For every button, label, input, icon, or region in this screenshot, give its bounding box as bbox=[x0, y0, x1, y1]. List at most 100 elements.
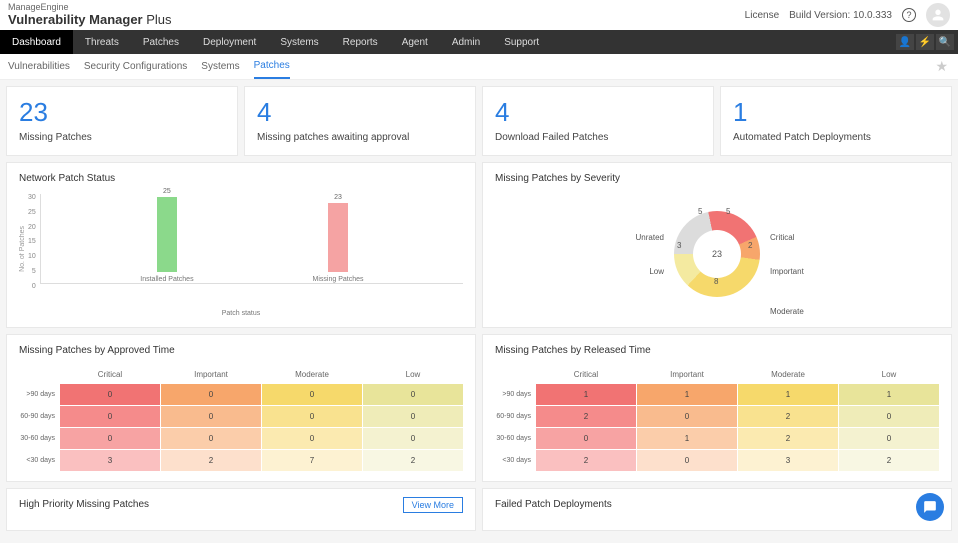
favorite-icon[interactable]: ★ bbox=[935, 58, 948, 75]
bar-wrap: 23Missing Patches bbox=[313, 194, 364, 283]
nav-agent[interactable]: Agent bbox=[390, 30, 440, 54]
grid-col-header: Critical bbox=[536, 366, 636, 383]
stat-card[interactable]: 23Missing Patches bbox=[6, 86, 238, 156]
heatmap-cell[interactable]: 0 bbox=[363, 384, 463, 405]
card-title: High Priority Missing Patches bbox=[19, 499, 463, 510]
brand-superscript: ManageEngine bbox=[8, 3, 172, 12]
bar[interactable] bbox=[157, 197, 177, 272]
nav-admin[interactable]: Admin bbox=[440, 30, 492, 54]
brand: ManageEngine Vulnerability Manager Plus bbox=[8, 3, 172, 27]
heatmap-cell[interactable]: 7 bbox=[262, 450, 362, 471]
heatmap-cell[interactable]: 0 bbox=[363, 406, 463, 427]
nav-deployment[interactable]: Deployment bbox=[191, 30, 268, 54]
subnav-security-configurations[interactable]: Security Configurations bbox=[84, 55, 187, 78]
heatmap-cell[interactable]: 3 bbox=[738, 450, 838, 471]
heatmap-cell[interactable]: 0 bbox=[60, 406, 160, 427]
stat-label: Missing patches awaiting approval bbox=[257, 132, 463, 143]
heatmap-cell[interactable]: 0 bbox=[262, 384, 362, 405]
heatmap-cell[interactable]: 2 bbox=[839, 450, 939, 471]
bar-chart: No. of Patches30252015105025Installed Pa… bbox=[19, 194, 463, 304]
heatmap-cell[interactable]: 1 bbox=[536, 384, 636, 405]
heatmap-cell[interactable]: 0 bbox=[637, 450, 737, 471]
chat-bubble[interactable] bbox=[916, 493, 944, 521]
grid-row-label: <30 days bbox=[495, 450, 535, 471]
donut[interactable]: 2355283UnratedCriticalImportantModerateL… bbox=[674, 211, 760, 297]
card-title: Network Patch Status bbox=[19, 173, 463, 184]
stat-card[interactable]: 4Missing patches awaiting approval bbox=[244, 86, 476, 156]
action-icon[interactable]: ⚡ bbox=[916, 34, 934, 50]
heatmap-cell[interactable]: 2 bbox=[161, 450, 261, 471]
main-nav: DashboardThreatsPatchesDeploymentSystems… bbox=[0, 30, 958, 54]
card-title: Missing Patches by Approved Time bbox=[19, 345, 463, 356]
heatmap-cell[interactable]: 1 bbox=[839, 384, 939, 405]
subnav-systems[interactable]: Systems bbox=[201, 55, 239, 78]
donut-label: Low bbox=[614, 267, 664, 276]
search-icon[interactable]: 🔍 bbox=[936, 34, 954, 50]
heatmap-cell[interactable]: 2 bbox=[738, 428, 838, 449]
subnav-vulnerabilities[interactable]: Vulnerabilities bbox=[8, 55, 70, 78]
sub-nav: Vulnerabilities Security Configurations Sy… bbox=[0, 54, 958, 80]
top-right: License Build Version: 10.0.333 ? bbox=[745, 3, 950, 27]
heatmap-cell[interactable]: 0 bbox=[60, 428, 160, 449]
heatmap-cell[interactable]: 1 bbox=[738, 384, 838, 405]
view-more-button[interactable]: View More bbox=[403, 497, 463, 513]
bar[interactable] bbox=[328, 203, 348, 272]
donut-label: Unrated bbox=[594, 233, 664, 242]
heatmap-cell[interactable]: 0 bbox=[637, 406, 737, 427]
grid-col-header: Low bbox=[363, 366, 463, 383]
heatmap-cell[interactable]: 1 bbox=[637, 428, 737, 449]
grid-row-label: 60-90 days bbox=[495, 406, 535, 427]
heatmap-cell[interactable]: 1 bbox=[637, 384, 737, 405]
nav-dashboard[interactable]: Dashboard bbox=[0, 30, 73, 54]
brand-main: Vulnerability Manager Plus bbox=[8, 12, 172, 27]
heatmap-cell[interactable]: 0 bbox=[161, 428, 261, 449]
grid-row-label: >90 days bbox=[19, 384, 59, 405]
grid-row-label: 30-60 days bbox=[495, 428, 535, 449]
card-title: Missing Patches by Released Time bbox=[495, 345, 939, 356]
heatmap-cell[interactable]: 0 bbox=[839, 428, 939, 449]
heatmap-cell[interactable]: 0 bbox=[536, 428, 636, 449]
notification-icon[interactable]: 👤 bbox=[896, 34, 914, 50]
failed-deployments-card: Failed Patch Deployments bbox=[482, 488, 952, 531]
donut-label: Critical bbox=[770, 233, 830, 242]
stat-card[interactable]: 1Automated Patch Deployments bbox=[720, 86, 952, 156]
subnav-patches[interactable]: Patches bbox=[254, 54, 290, 79]
approved-time-card: Missing Patches by Approved Time Critica… bbox=[6, 334, 476, 482]
card-title: Missing Patches by Severity bbox=[495, 173, 939, 184]
nav-systems[interactable]: Systems bbox=[268, 30, 330, 54]
nav-threats[interactable]: Threats bbox=[73, 30, 131, 54]
heatmap-cell[interactable]: 0 bbox=[60, 384, 160, 405]
heatmap-cell[interactable]: 0 bbox=[262, 406, 362, 427]
avatar[interactable] bbox=[926, 3, 950, 27]
nav-support[interactable]: Support bbox=[492, 30, 551, 54]
heatmap-cell[interactable]: 2 bbox=[536, 450, 636, 471]
heatmap-cell[interactable]: 2 bbox=[536, 406, 636, 427]
grid-row-label: <30 days bbox=[19, 450, 59, 471]
heatmap-cell[interactable]: 2 bbox=[363, 450, 463, 471]
heatmap-cell[interactable]: 0 bbox=[161, 384, 261, 405]
donut-label: Moderate bbox=[770, 307, 830, 316]
build-version: Build Version: 10.0.333 bbox=[789, 10, 892, 21]
heatmap-cell[interactable]: 2 bbox=[738, 406, 838, 427]
donut-value: 8 bbox=[714, 277, 718, 286]
stat-card[interactable]: 4Download Failed Patches bbox=[482, 86, 714, 156]
released-time-card: Missing Patches by Released Time Critica… bbox=[482, 334, 952, 482]
grid-col-header: Critical bbox=[60, 366, 160, 383]
x-axis-label: Patch status bbox=[19, 310, 463, 317]
donut-total: 23 bbox=[693, 230, 741, 278]
grid-col-header: Important bbox=[637, 366, 737, 383]
heatmap-cell[interactable]: 0 bbox=[262, 428, 362, 449]
grid-col-header: Important bbox=[161, 366, 261, 383]
stat-value: 1 bbox=[733, 97, 939, 128]
heatmap-cell[interactable]: 0 bbox=[839, 406, 939, 427]
help-icon[interactable]: ? bbox=[902, 8, 916, 22]
heatmap-cell[interactable]: 0 bbox=[363, 428, 463, 449]
nav-reports[interactable]: Reports bbox=[331, 30, 390, 54]
heatmap-released: CriticalImportantModerateLow>90 days1111… bbox=[495, 366, 939, 471]
nav-patches[interactable]: Patches bbox=[131, 30, 191, 54]
donut-label: Important bbox=[770, 267, 830, 276]
license-link[interactable]: License bbox=[745, 10, 779, 21]
bar-wrap: 25Installed Patches bbox=[140, 188, 193, 283]
heatmap-cell[interactable]: 0 bbox=[161, 406, 261, 427]
heatmap-cell[interactable]: 3 bbox=[60, 450, 160, 471]
